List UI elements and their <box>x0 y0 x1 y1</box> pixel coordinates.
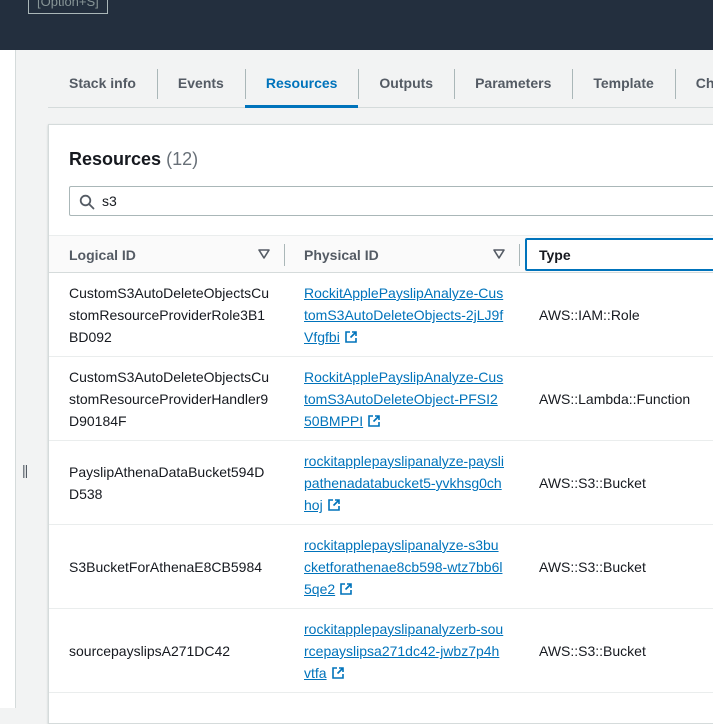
drag-handle-icon[interactable]: || <box>22 462 28 478</box>
physical-id-cell: rockitapplepayslipanalyze-payslipathenad… <box>304 450 504 516</box>
logical-id-cell: S3BucketForAthenaE8CB5984 <box>69 559 263 575</box>
tab-stack-info[interactable]: Stack info <box>48 61 157 105</box>
physical-id-link[interactable]: RockitApplePayslipAnalyze-CustomS3AutoDe… <box>304 369 503 429</box>
logical-id-cell: PayslipAthenaDataBucket594DD538 <box>69 464 265 502</box>
column-header-type[interactable]: Type <box>525 238 713 271</box>
physical-id-cell: rockitapplepayslipanalyze-s3bucketforath… <box>304 534 504 600</box>
external-link-icon[interactable] <box>344 330 358 344</box>
table-header: Logical ID Physical ID Type <box>49 235 713 273</box>
keyboard-shortcut-hint: [Option+S] <box>28 0 108 14</box>
resources-count: (12) <box>166 149 199 169</box>
type-cell: AWS::S3::Bucket <box>539 559 646 575</box>
tab-template[interactable]: Template <box>572 61 674 105</box>
resources-title: Resources <box>69 149 162 169</box>
logical-id-cell: sourcepayslipsA271DC42 <box>69 643 231 659</box>
physical-id-cell: RockitApplePayslipAnalyze-CustomS3AutoDe… <box>304 366 504 432</box>
column-divider[interactable] <box>519 244 520 266</box>
tab-change-sets[interactable]: Cha <box>674 61 713 105</box>
resources-panel: Resources (12) Logical ID Physical ID Ty… <box>48 124 713 724</box>
physical-id-cell: RockitApplePayslipAnalyze-CustomS3AutoDe… <box>304 282 504 348</box>
external-link-icon[interactable] <box>339 582 353 596</box>
table-row: CustomS3AutoDeleteObjectsCustomResourceP… <box>49 357 713 441</box>
type-cell: AWS::Lambda::Function <box>539 391 691 407</box>
table-row: S3BucketForAthenaE8CB5984 rockitapplepay… <box>49 525 713 609</box>
search-icon <box>79 194 95 210</box>
console-top-bar: [Option+S] <box>0 0 713 50</box>
tab-parameters[interactable]: Parameters <box>454 61 572 105</box>
sort-caret-icon[interactable] <box>258 249 270 259</box>
table-row: sourcepayslipsA271DC42 rockitapplepaysli… <box>49 609 713 693</box>
column-header-physical-id[interactable]: Physical ID <box>304 236 504 273</box>
external-link-icon[interactable] <box>331 666 345 680</box>
type-cell: AWS::S3::Bucket <box>539 643 646 659</box>
tab-resources[interactable]: Resources <box>244 61 359 108</box>
external-link-icon[interactable] <box>327 498 341 512</box>
resources-heading: Resources (12) <box>69 149 198 170</box>
stack-tabs: Stack info Events Resources Outputs Para… <box>48 58 713 108</box>
logical-id-cell: CustomS3AutoDeleteObjectsCustomResourceP… <box>69 285 269 345</box>
physical-id-link[interactable]: RockitApplePayslipAnalyze-CustomS3AutoDe… <box>304 285 503 345</box>
column-header-logical-id[interactable]: Logical ID <box>69 236 269 273</box>
physical-id-cell: rockitapplepayslipanalyzerb-sourcepaysli… <box>304 618 504 684</box>
resource-search-box[interactable] <box>69 186 713 216</box>
logical-id-cell: CustomS3AutoDeleteObjectsCustomResourceP… <box>69 369 269 429</box>
type-cell: AWS::S3::Bucket <box>539 475 646 491</box>
physical-id-link[interactable]: rockitapplepayslipanalyze-s3bucketforath… <box>304 537 502 597</box>
tab-events[interactable]: Events <box>156 61 245 105</box>
external-link-icon[interactable] <box>367 414 381 428</box>
tab-outputs[interactable]: Outputs <box>358 61 454 105</box>
sort-caret-icon[interactable] <box>493 249 505 259</box>
side-navigation-rail <box>0 50 16 708</box>
search-input[interactable] <box>102 191 702 211</box>
table-row: CustomS3AutoDeleteObjectsCustomResourceP… <box>49 273 713 357</box>
type-cell: AWS::IAM::Role <box>539 307 640 323</box>
column-divider[interactable] <box>284 244 285 266</box>
table-row: PayslipAthenaDataBucket594DD538 rockitap… <box>49 441 713 525</box>
